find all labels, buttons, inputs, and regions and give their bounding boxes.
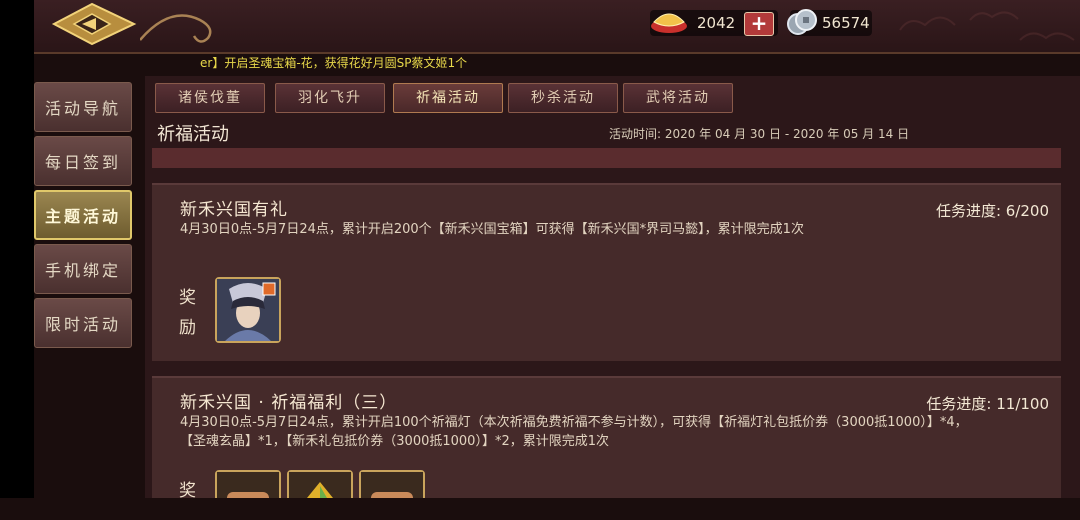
tab-general-activity[interactable]: 武将活动 (623, 83, 733, 113)
page-title: 祈福活动 (157, 124, 229, 145)
sidebar-item-activity-nav[interactable]: 活动导航 (34, 82, 132, 132)
task-progress: 任务进度: 6/200 (935, 202, 1049, 220)
reward-item-crystal[interactable] (287, 470, 353, 498)
task-description: 4月30日0点-5月7日24点，累计开启200个【新禾兴国宝箱】可获得【新禾兴国… (180, 222, 804, 237)
tab-flash-sale[interactable]: 秒杀活动 (508, 83, 618, 113)
soul-crystal-icon (289, 472, 351, 498)
sidebar-item-daily-signin[interactable]: 每日签到 (34, 136, 132, 186)
cloud-pattern (899, 11, 1075, 41)
scroll-divider (152, 148, 1061, 168)
sidebar-item-theme-activity[interactable]: 主题活动 (34, 190, 132, 240)
sidebar-item-limited-activity[interactable]: 限时活动 (34, 298, 132, 348)
ornament-curl (140, 14, 212, 43)
reward-item-scroll[interactable] (359, 470, 425, 498)
coin-icon (787, 9, 817, 35)
task-card: 新禾兴国 · 祈福福利（三） 任务进度: 11/100 4月30日0点-5月7日… (152, 376, 1061, 498)
add-gold-button[interactable]: + (744, 12, 774, 36)
screen-left-edge (0, 0, 34, 520)
scroll-voucher-icon (361, 472, 423, 498)
coin-resource: 56574 (787, 9, 872, 36)
hero-portrait-icon (217, 279, 279, 341)
task-progress: 任务进度: 11/100 (926, 395, 1049, 413)
gold-value: 2042 (697, 14, 736, 32)
task-title: 新禾兴国有礼 (180, 200, 288, 220)
tab-zhuhou-fadong[interactable]: 诸侯伐董 (155, 83, 265, 113)
bottom-clip (0, 498, 1080, 520)
coin-value: 56574 (822, 14, 870, 32)
activity-time: 活动时间: 2020 年 04 月 30 日 - 2020 年 05 月 14 … (609, 127, 910, 141)
broadcast-ticker: er】开启圣魂宝箱-花，获得花好月圆SP蔡文姬1个 (200, 56, 468, 70)
reward-item-hero[interactable] (215, 277, 281, 343)
sidebar: 活动导航 每日签到 主题活动 手机绑定 限时活动 (34, 82, 134, 352)
task-description: 4月30日0点-5月7日24点，累计开启100个祈福灯（本次祈福免费祈福不参与计… (180, 415, 968, 449)
back-button[interactable] (44, 2, 144, 46)
reward-label: 奖励 (179, 288, 196, 338)
scroll-voucher-icon (217, 472, 279, 498)
reward-item-scroll[interactable] (215, 470, 281, 498)
task-title: 新禾兴国 · 祈福福利（三） (180, 393, 398, 413)
sidebar-item-phone-binding[interactable]: 手机绑定 (34, 244, 132, 294)
reward-label: 奖励 (179, 481, 196, 498)
gold-ingot-resource: 2042 + (650, 10, 778, 36)
tab-yuhua-feisheng[interactable]: 羽化飞升 (275, 83, 385, 113)
gold-ingot-icon (651, 13, 687, 33)
tab-blessing-activity[interactable]: 祈福活动 (393, 83, 503, 113)
task-card: 新禾兴国有礼 任务进度: 6/200 4月30日0点-5月7日24点，累计开启2… (152, 183, 1061, 361)
